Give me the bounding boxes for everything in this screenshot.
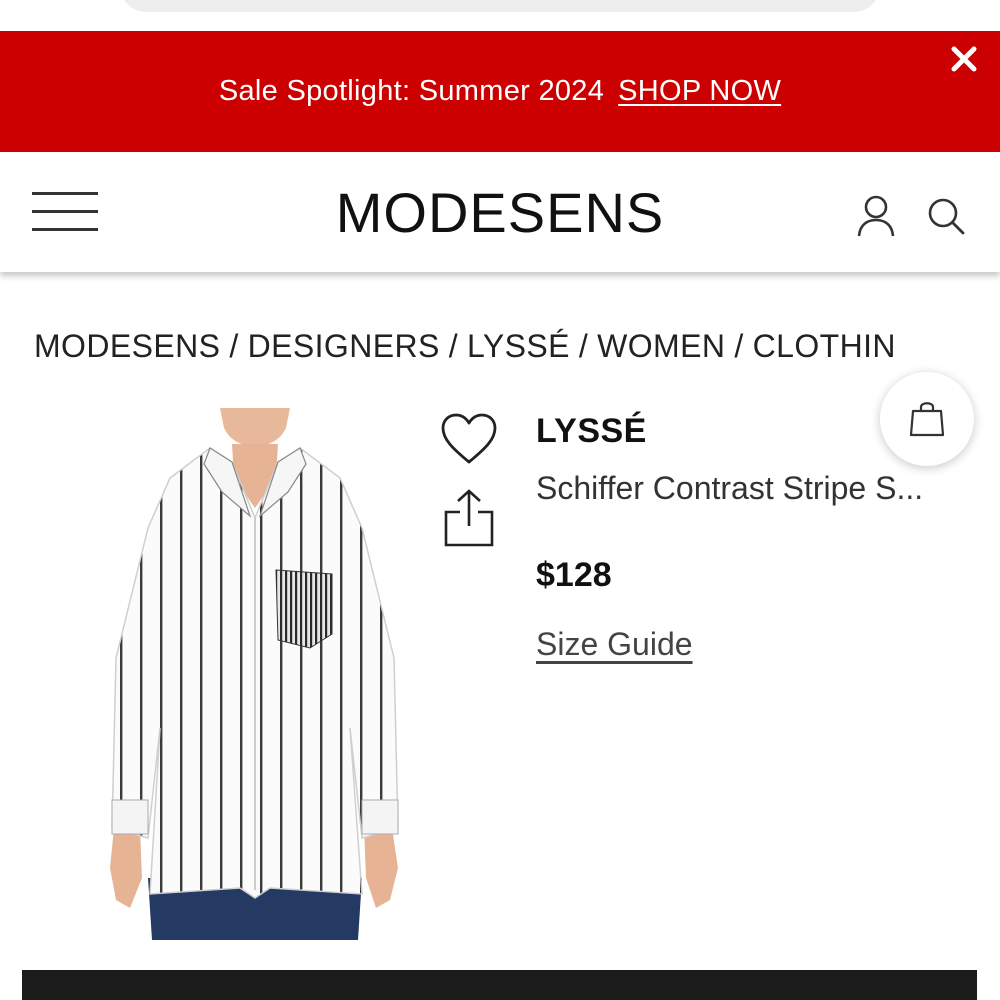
bottom-action-bar[interactable] (22, 970, 977, 1000)
search-icon[interactable] (926, 196, 966, 236)
shopping-bag-icon (909, 402, 945, 437)
product-image[interactable] (100, 408, 410, 940)
breadcrumb-women[interactable]: WOMEN (597, 328, 725, 364)
breadcrumb-designers[interactable]: DESIGNERS (248, 328, 440, 364)
search-bar[interactable] (120, 0, 880, 12)
breadcrumb-clothing[interactable]: CLOTHIN (753, 328, 896, 364)
share-icon[interactable] (442, 488, 496, 548)
product-brand[interactable]: LYSSÉ (536, 412, 647, 451)
product-price: $128 (536, 556, 612, 594)
breadcrumb: MODESENS / DESIGNERS / LYSSÉ / WOMEN / CLOTHIN (34, 328, 896, 364)
close-icon[interactable] (946, 41, 982, 77)
product-name: Schiffer Contrast Stripe S... (536, 470, 924, 506)
shop-now-link[interactable]: SHOP NOW (618, 75, 781, 108)
promo-text: Sale Spotlight: Summer 2024 (218, 75, 605, 107)
promo-banner: Sale Spotlight: Summer 2024 SHOP NOW (0, 31, 1000, 152)
shopping-bag-button[interactable] (880, 372, 974, 466)
heart-icon[interactable] (440, 412, 498, 466)
site-header: MODESENS (0, 152, 1000, 272)
size-guide-link[interactable]: Size Guide (536, 626, 693, 663)
user-icon[interactable] (856, 194, 896, 238)
breadcrumb-modesens[interactable]: MODESENS (34, 328, 220, 364)
site-logo[interactable]: MODESENS (0, 180, 1000, 245)
product-page: Sale Spotlight: Summer 2024 SHOP NOW MOD… (0, 0, 1000, 1000)
breadcrumb-brand[interactable]: LYSSÉ (467, 328, 570, 364)
